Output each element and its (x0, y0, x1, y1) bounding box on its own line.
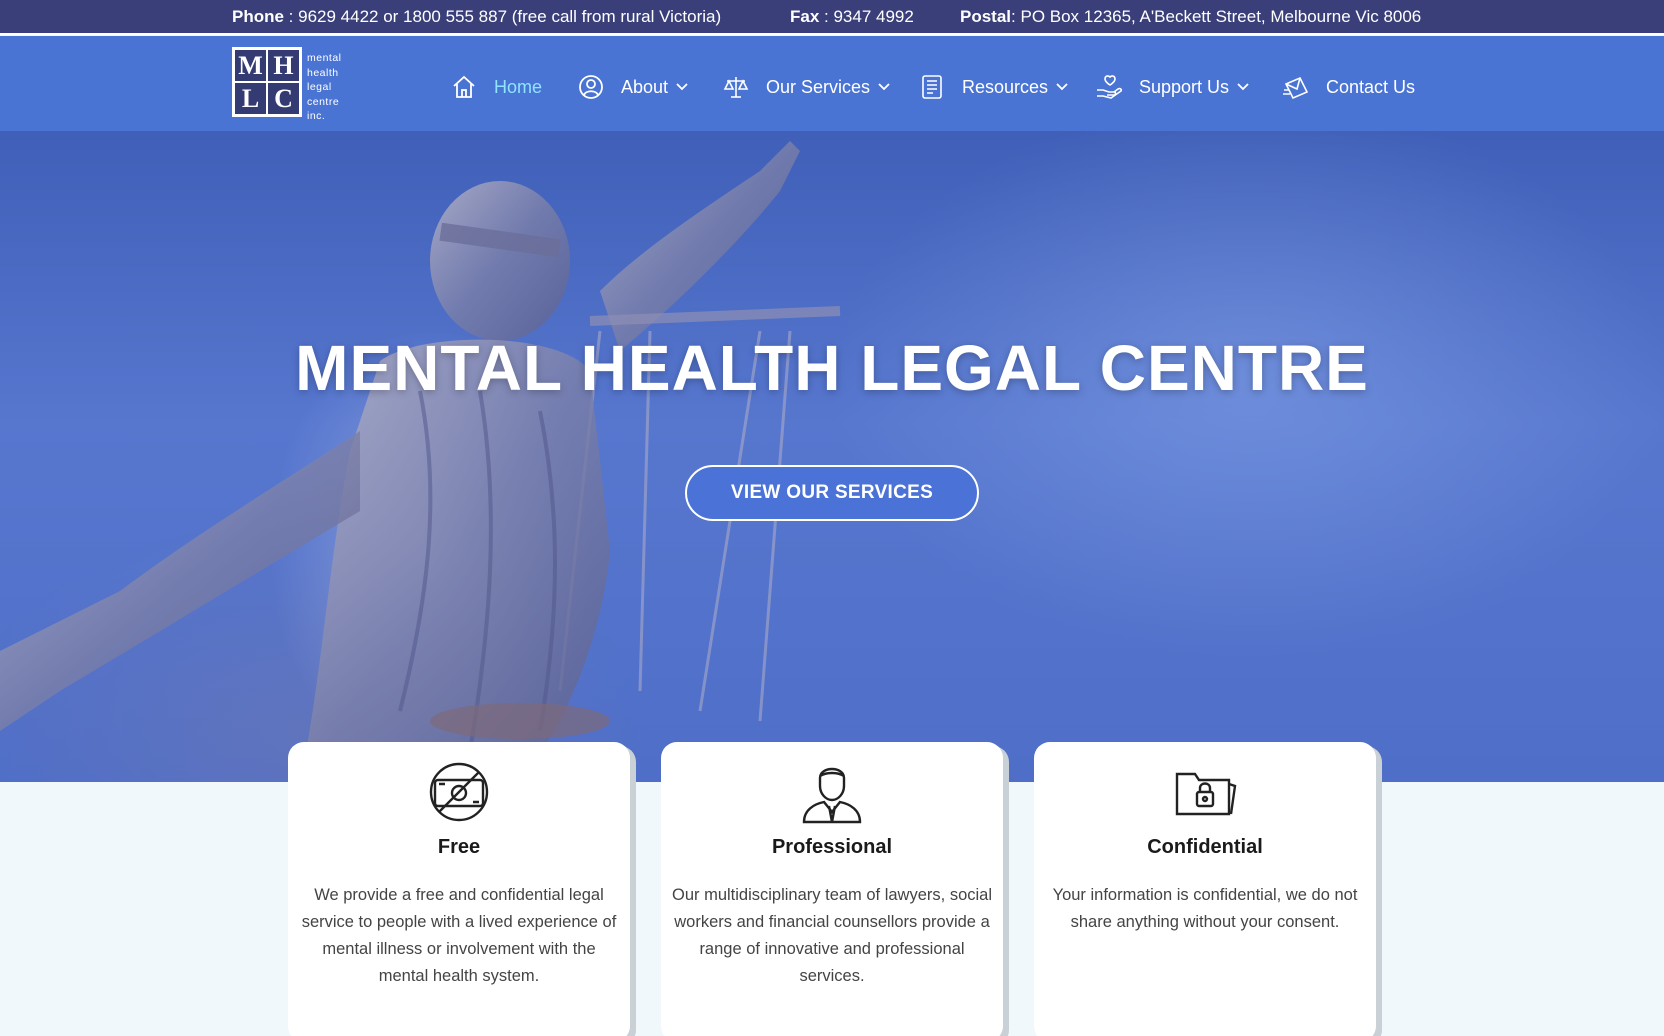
chevron-down-icon (1056, 81, 1068, 93)
phone-value: : 9629 4422 or 1800 555 887 (free call f… (283, 7, 722, 26)
logo-text-line: legal (307, 81, 332, 93)
professional-person-icon (661, 760, 1003, 824)
nav-label: Our Services (766, 76, 871, 97)
nav-our-services[interactable]: Our Services (722, 72, 890, 102)
nav-contact-us[interactable]: Contact Us (1282, 72, 1415, 102)
document-icon (918, 73, 946, 101)
postal-label: Postal (960, 7, 1012, 26)
hand-heart-icon (1095, 73, 1123, 101)
hero-banner: MENTAL HEALTH LEGAL CENTRE VIEW OUR SERV… (0, 131, 1664, 782)
chevron-down-icon (676, 81, 688, 93)
home-icon (450, 73, 478, 101)
chevron-down-icon (1237, 81, 1249, 93)
lady-justice-image (0, 141, 841, 782)
logo-letter: L (234, 82, 267, 115)
logo-letter: H (267, 49, 300, 82)
fax-label: Fax (790, 7, 820, 26)
postal-info: Postal: PO Box 12365, A'Beckett Street, … (960, 7, 1421, 27)
feature-title: Professional (771, 836, 893, 858)
feature-description: We provide a free and confidential legal… (301, 886, 617, 985)
nav-label: About (621, 76, 669, 97)
feature-title: Free (437, 836, 481, 858)
feature-card-professional: Professional Our multidisciplinary team … (661, 742, 1003, 1036)
nav-resources[interactable]: Resources (918, 72, 1068, 102)
feature-title: Confidential (1147, 836, 1263, 858)
logo-letter: M (234, 49, 267, 82)
site-logo[interactable]: M H L C mental health legal centre inc. (232, 47, 342, 122)
fax-value: : 9347 4992 (819, 7, 914, 26)
feature-description: Our multidisciplinary team of lawyers, s… (671, 886, 993, 985)
feature-description: Your information is confidential, we do … (1052, 886, 1358, 931)
phone-info[interactable]: Phone : 9629 4422 or 1800 555 887 (free … (232, 7, 721, 27)
postal-value: : PO Box 12365, A'Beckett Street, Melbou… (1011, 7, 1422, 26)
logo-mark: M H L C (232, 47, 302, 117)
logo-text-line: centre (307, 95, 340, 108)
locked-folder-icon (1034, 760, 1376, 824)
logo-text-line: health (307, 66, 339, 79)
nav-label: Support Us (1139, 76, 1230, 97)
nav-label: Home (494, 76, 543, 97)
nav-home[interactable]: Home (450, 72, 542, 102)
no-money-icon (288, 760, 630, 824)
feature-card-free: Free We provide a free and confidential … (288, 742, 630, 1036)
fax-info: Fax : 9347 4992 (790, 7, 914, 27)
phone-label: Phone (232, 7, 284, 26)
chevron-down-icon (878, 81, 890, 93)
feature-card-confidential: Confidential Your information is confide… (1034, 742, 1376, 1036)
nav-label: Resources (962, 76, 1049, 97)
user-circle-icon (577, 73, 605, 101)
nav-about[interactable]: About (577, 72, 688, 102)
logo-text-line: mental (307, 52, 342, 64)
main-navbar: M H L C mental health legal centre inc. … (0, 36, 1664, 131)
envelope-icon (1282, 73, 1310, 101)
hero-title: MENTAL HEALTH LEGAL CENTRE (295, 332, 1369, 404)
contact-bar: Phone : 9629 4422 or 1800 555 887 (free … (0, 0, 1664, 35)
logo-text: mental health legal centre inc. (307, 51, 342, 124)
logo-letter: C (267, 82, 300, 115)
scales-icon (722, 73, 750, 101)
nav-support-us[interactable]: Support Us (1095, 72, 1249, 102)
logo-text-line: inc. (307, 110, 326, 122)
view-services-button[interactable]: VIEW OUR SERVICES (685, 465, 979, 521)
nav-label: Contact Us (1326, 76, 1416, 97)
